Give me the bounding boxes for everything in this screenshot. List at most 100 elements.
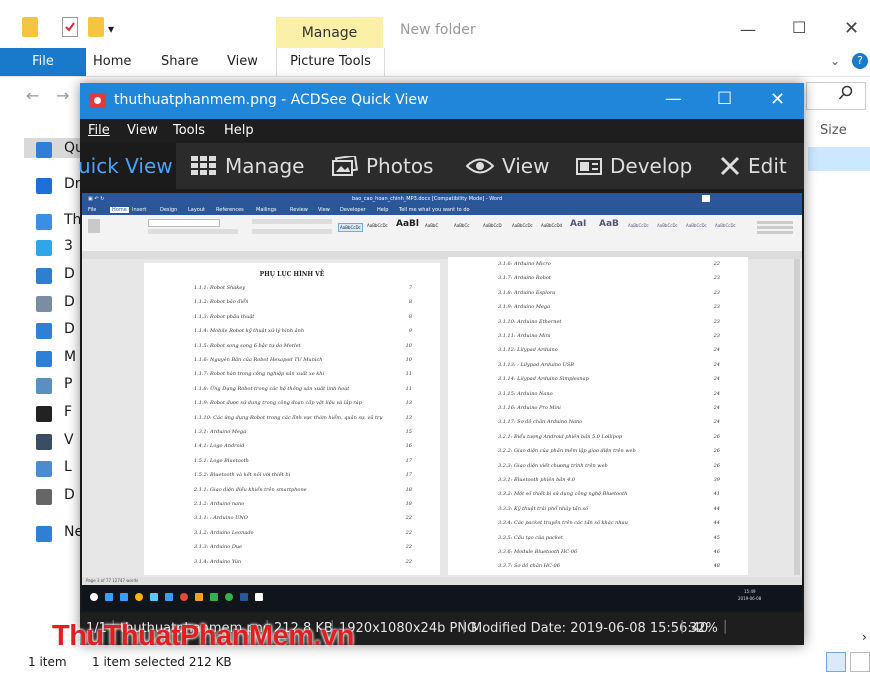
toc-entry-title: 3.1.14: Lilypad Arduino Simplesnap	[498, 376, 589, 383]
toc-entry: 1.1.1: Robot Shakey 7	[144, 285, 440, 299]
menu-view[interactable]: View	[127, 123, 158, 138]
toc-entry-title: 1.1.4: Mobile Robot kỹ thuật xử lý hình …	[194, 328, 305, 335]
nav-item[interactable]: F	[36, 402, 84, 424]
font-format-buttons	[148, 229, 238, 234]
toc-entry-title: 3.3.7: Sơ đồ chân HC-06	[498, 563, 560, 570]
word-ribbon: AaBbCcDc AaBbCcDc AaBl AaBbC AaBbCc AaBbCcD Aa…	[82, 215, 802, 252]
mode-quick-view[interactable]: uick View	[78, 143, 173, 189]
toc-entry-page: 13	[405, 414, 412, 421]
nav-item[interactable]: M	[36, 347, 84, 369]
nav-item[interactable]: P	[36, 374, 84, 396]
toc-entry-title: 3.1.13: : Lilypad Arduino USB	[498, 361, 574, 368]
objects-3d-icon	[36, 240, 52, 256]
toc-entry: 2.1.1: Giao diện điều khiển trên smartph…	[144, 487, 440, 501]
tab-share[interactable]: Share	[161, 54, 199, 69]
tab-manage[interactable]: Manage	[276, 17, 383, 49]
large-icons-view-icon[interactable]	[850, 652, 870, 672]
customize-quick-access-icon[interactable]: ▾	[108, 22, 114, 36]
toc-entry-page: 24	[713, 376, 720, 383]
folder-icon[interactable]	[22, 17, 38, 37]
toc-entry-title: 3.1.17: Sơ đồ chân Arduino Nano	[498, 419, 583, 426]
local-disk-icon	[36, 461, 52, 477]
maximize-icon[interactable]: ☐	[792, 18, 806, 37]
nav-item[interactable]: Qu	[36, 138, 84, 160]
toc-entry-title: 3.2.1: Biểu tượng Android phiên bản 5.0 …	[498, 433, 623, 440]
status-zoom[interactable]: 32%	[689, 621, 718, 636]
tab-view[interactable]: View	[227, 54, 258, 69]
mode-manage[interactable]: Manage	[191, 143, 304, 189]
acdsee-mode-bar: uick View Manage Photos View Develop Edi…	[78, 143, 804, 189]
properties-icon[interactable]	[62, 17, 78, 37]
videos-icon	[36, 434, 52, 450]
style-swatch: AaBl	[396, 219, 419, 229]
acdsee-app-icon	[89, 93, 106, 108]
toc-entry: 3.2.3: Giao diện viết chương trình trên …	[448, 463, 748, 477]
toc-entry: 3.3.5: Cấu tạo của packet 45	[448, 535, 748, 549]
toc-entry: 3.1.17: Sơ đồ chân Arduino Nano 24	[448, 419, 748, 433]
search-icon	[838, 85, 854, 104]
toc-entry: 3.3.1: Bluetooth phiên bản 4.0 39	[448, 477, 748, 491]
toc-entry-title: 3.1.4: Arduino Yún	[194, 558, 242, 565]
toc-entry: 3.1.4: Arduino Yún 22	[144, 559, 440, 573]
toc-entry-page: 17	[405, 457, 412, 464]
word-tab: Layout	[188, 207, 205, 213]
expand-ribbon-icon[interactable]: ⌄	[830, 54, 840, 68]
toc-entry: 3.2.2: Giao diện của phần mềm lập giao d…	[448, 448, 748, 462]
menu-tools[interactable]: Tools	[173, 123, 205, 138]
mode-develop[interactable]: Develop	[576, 143, 692, 189]
scroll-right-icon[interactable]: ›	[862, 630, 867, 644]
mode-edit[interactable]: Edit	[720, 143, 787, 189]
nav-item[interactable]: D	[36, 319, 84, 341]
toc-entry: 3.1.12: Lilypad Arduino 24	[448, 347, 748, 361]
mode-photos[interactable]: Photos	[332, 143, 433, 189]
toc-entry-title: 1.4.1: Logo Android	[194, 443, 245, 450]
nav-item[interactable]: D	[36, 264, 84, 286]
minimize-icon[interactable]: —	[740, 20, 756, 39]
nav-item[interactable]: V	[36, 430, 84, 452]
new-folder-icon[interactable]	[88, 17, 104, 37]
details-view-icon[interactable]	[826, 652, 846, 672]
mode-view[interactable]: View	[466, 143, 549, 189]
toc-entry-page: 22	[405, 515, 412, 522]
mode-edit-label: Edit	[748, 154, 787, 178]
nav-item[interactable]: Dr	[36, 174, 84, 196]
acdsee-maximize-icon[interactable]: ☐	[717, 89, 732, 109]
word-tab: View	[318, 207, 330, 213]
style-swatch: AaB	[599, 219, 619, 229]
toc-entry-page: 22	[713, 261, 720, 267]
selected-row-highlight[interactable]	[808, 147, 870, 171]
status-dimensions: 1920x1080x24b PNG	[339, 621, 478, 636]
nav-item-label: M	[64, 349, 77, 365]
forward-arrow-icon[interactable]: →	[56, 86, 69, 105]
tab-file[interactable]: File	[0, 48, 86, 76]
dropbox-icon	[36, 178, 52, 194]
network-icon	[36, 526, 52, 542]
acdsee-close-icon[interactable]: ✕	[770, 89, 785, 110]
column-header-size[interactable]: Size	[820, 123, 847, 138]
menu-help[interactable]: Help	[224, 123, 254, 138]
nav-item[interactable]: Th	[36, 210, 84, 232]
nav-item[interactable]: Ne	[36, 522, 84, 544]
toc-entry-title: 3.1.3: Arduino Due	[194, 544, 243, 551]
toc-entry: 3.1.15: Arduino Nano 24	[448, 391, 748, 405]
back-arrow-icon[interactable]: ←	[26, 86, 39, 105]
search-box[interactable]	[806, 82, 866, 110]
nav-item-label: D	[64, 487, 75, 503]
help-icon[interactable]: ?	[852, 53, 868, 69]
image-viewer[interactable]: bao_cao_hoan_chinh_MP3.docx [Compatibili…	[80, 189, 804, 613]
toc-entry: 1.1.10: Các ứng dụng Robot trong các lĩn…	[144, 415, 440, 429]
toc-entry: 1.4.1: Logo Android 16	[144, 443, 440, 457]
nav-item[interactable]: D	[36, 485, 84, 507]
nav-item[interactable]: D	[36, 292, 84, 314]
close-icon[interactable]: ✕	[844, 18, 859, 39]
toc-entry-page: 18	[405, 501, 412, 507]
mode-photos-label: Photos	[366, 154, 434, 178]
tab-picture-tools[interactable]: Picture Tools	[276, 48, 385, 76]
acdsee-minimize-icon[interactable]: —	[665, 89, 682, 109]
nav-item[interactable]: L	[36, 457, 84, 479]
acdsee-window-title: thuthuatphanmem.png - ACDSee Quick View	[114, 92, 429, 108]
style-swatch: AaBbCcD	[483, 223, 502, 228]
tab-home[interactable]: Home	[93, 54, 131, 69]
nav-item[interactable]: 3	[36, 236, 84, 258]
menu-file[interactable]: File	[88, 123, 110, 138]
